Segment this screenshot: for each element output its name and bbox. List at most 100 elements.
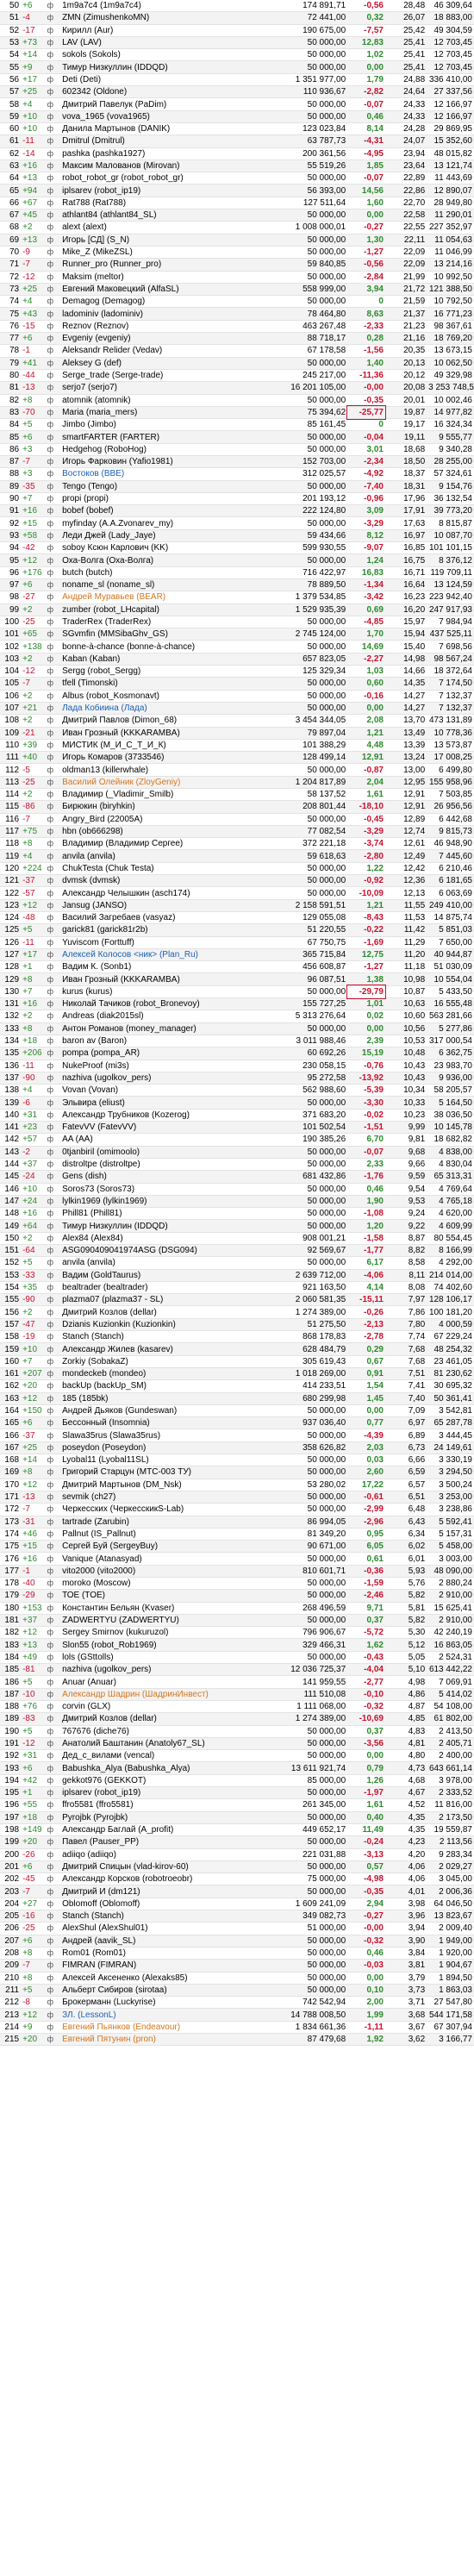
participant-name-cell[interactable]: garick81 (garick81r2b) xyxy=(60,923,272,937)
participant-name-cell[interactable]: Сергей Буй (SergeyBuy) xyxy=(60,1540,272,1554)
participant-name-cell[interactable]: Mike_Z (MikeZSL) xyxy=(60,246,272,259)
participant-name-cell[interactable]: Альберт Сибиров (sirotaa) xyxy=(60,1984,272,1998)
participant-name-cell[interactable]: Maria (maria_mers) xyxy=(60,406,272,420)
participant-name-cell[interactable]: NukeProof (mi3s) xyxy=(60,1060,272,1072)
participant-name-cell[interactable]: Maksim (meltor) xyxy=(60,271,272,284)
participant-name-cell[interactable]: oldman13 (killerwhale) xyxy=(60,763,272,777)
participant-name-cell[interactable]: Alex84 (Alex84) xyxy=(60,1232,272,1245)
participant-name-cell[interactable]: Дмитрий Козлов (dellar) xyxy=(60,1305,272,1319)
participant-name-cell[interactable]: smartFARTER (FARTER) xyxy=(60,430,272,444)
participant-name-cell[interactable]: Slawa35rus (Slawa35rus) xyxy=(60,1429,272,1442)
participant-name-cell[interactable]: Андрей (aavik_SL) xyxy=(60,1935,272,1948)
participant-name-cell[interactable]: adiiqo (adiiqo) xyxy=(60,1848,272,1861)
participant-name-cell[interactable]: sevmik (ch27) xyxy=(60,1491,272,1504)
participant-name-cell[interactable]: Александр Жилев (kasarev) xyxy=(60,1342,272,1356)
participant-name-cell[interactable]: Jimbo (Jimbo) xyxy=(60,418,272,432)
participant-name-cell[interactable]: bobef (bobef) xyxy=(60,504,272,518)
participant-name-cell[interactable]: iplsarev (robot_ip19) xyxy=(60,1786,272,1800)
participant-name-cell[interactable]: Slon55 (robot_Rob1969) xyxy=(60,1638,272,1652)
participant-name-cell[interactable]: Александр Челышкин (asch174) xyxy=(60,886,272,900)
participant-name-cell[interactable]: Максим Малованов (Mirovan) xyxy=(60,159,272,173)
participant-name-cell[interactable]: Брокерманн (Luckyrise) xyxy=(60,1996,272,2010)
participant-name-cell[interactable]: butch (butch) xyxy=(60,566,272,579)
participant-name-cell[interactable]: vito2000 (vito2000) xyxy=(60,1565,272,1579)
participant-name-cell[interactable]: Дмитрий Павелук (PaDim) xyxy=(60,97,272,111)
participant-name-cell[interactable]: Tengo (Tengo) xyxy=(60,480,272,493)
participant-name-cell[interactable]: noname_sl (noname_sl) xyxy=(60,578,272,592)
participant-name-cell[interactable]: Бессонный (Insomnia) xyxy=(60,1416,272,1430)
participant-name-cell[interactable]: 0tjanbiril (omimoolo) xyxy=(60,1146,272,1159)
participant-name-cell[interactable]: hbn (ob666298) xyxy=(60,825,272,839)
participant-name-cell[interactable]: backUp (backUp_SM) xyxy=(60,1379,272,1393)
participant-name-cell[interactable]: Черкесских (ЧеркесскикS-Lab) xyxy=(60,1503,272,1516)
participant-name-cell[interactable]: nazhiva (ugolkov_pers) xyxy=(60,1072,272,1085)
participant-name-cell[interactable]: Дмитрий И (dm121) xyxy=(60,1885,272,1898)
participant-name-cell[interactable]: kurus (kurus) xyxy=(60,985,272,999)
participant-name-cell[interactable]: Андрей Муравьев (BEAR) xyxy=(60,591,272,604)
participant-name-cell[interactable]: ZMN (ZimushenkoMN) xyxy=(60,11,272,25)
participant-name-cell[interactable]: ChukTesta (Chuk Testa) xyxy=(60,862,272,876)
participant-name-cell[interactable]: Игорь Фарковин (Yafio1981) xyxy=(60,455,272,469)
participant-name-cell[interactable]: Dzianis Kuzionkin (Kuzionkin) xyxy=(60,1318,272,1332)
participant-name-cell[interactable]: Алексей Колосов <ник> (Plan_Ru) xyxy=(60,948,272,962)
participant-name-cell[interactable]: Дмитрий Павлов (Dimon_68) xyxy=(60,714,272,728)
participant-name-cell[interactable]: Григорий Старцун (МТС-003 ТУ) xyxy=(60,1466,272,1479)
participant-name-cell[interactable]: SGvmfin (MMSibaGhv_GS) xyxy=(60,628,272,641)
participant-name-cell[interactable]: Александр Шадрин (ШадринИнвест) xyxy=(60,1688,272,1701)
participant-name-cell[interactable]: AA (AA) xyxy=(60,1133,272,1147)
participant-name-cell[interactable]: distroltpe (distroltpe) xyxy=(60,1158,272,1172)
participant-name-cell[interactable]: Oblomoff (Oblomoff) xyxy=(60,1898,272,1911)
participant-name-cell[interactable]: Иван Грозный (KKKARAMBA) xyxy=(60,972,272,986)
participant-name-cell[interactable]: Дмитрий Козлов (dellar) xyxy=(60,1712,272,1726)
participant-name-cell[interactable]: propi (propi) xyxy=(60,492,272,506)
participant-name-cell[interactable]: Albus (robot_Kosmonavt) xyxy=(60,690,272,703)
participant-name-cell[interactable]: ZADWERTYU (ZADWERTYU) xyxy=(60,1614,272,1628)
participant-name-cell[interactable]: Владимир (Владимир Сергее) xyxy=(60,837,272,851)
participant-name-cell[interactable]: soboy Ксюн Карлович (KK) xyxy=(60,541,272,555)
participant-name-cell[interactable]: Эльвира (eliust) xyxy=(60,1096,272,1110)
participant-name-cell[interactable]: Алексей Аксененко (Alexaks85) xyxy=(60,1972,272,1985)
participant-name-cell[interactable]: Евгений Пятунин (pron) xyxy=(60,2033,272,2047)
participant-name-cell[interactable]: Игорь [СД] (S_N) xyxy=(60,234,272,247)
participant-name-cell[interactable]: Николай Тачиков (robot_Bronevoy) xyxy=(60,997,272,1011)
participant-name-cell[interactable]: serjo7 (serjo7) xyxy=(60,381,272,395)
participant-name-cell[interactable]: Антон Романов (money_manager) xyxy=(60,1022,272,1035)
participant-name-cell[interactable]: Aleksey G (def) xyxy=(60,357,272,370)
participant-name-cell[interactable]: LAV (LAV) xyxy=(60,36,272,50)
participant-name-cell[interactable]: Вадим К. (Sonb1) xyxy=(60,960,272,974)
participant-name-cell[interactable]: athlant84 (athlant84_SL) xyxy=(60,209,272,222)
participant-name-cell[interactable]: Pallnut (IS_Pallnut) xyxy=(60,1528,272,1541)
participant-name-cell[interactable]: dvmsk (dvmsk) xyxy=(60,874,272,888)
participant-name-cell[interactable]: TraderRex (TraderRex) xyxy=(60,616,272,629)
participant-name-cell[interactable]: baron av (Baron) xyxy=(60,1035,272,1048)
participant-name-cell[interactable]: Дед_с_вилами (vencal) xyxy=(60,1749,272,1763)
participant-name-cell[interactable]: Павел (Pauser_PP) xyxy=(60,1835,272,1849)
participant-name-cell[interactable]: Евгений Маковецкий (AlfaSL) xyxy=(60,283,272,297)
participant-name-cell[interactable]: sokols (Sokols) xyxy=(60,48,272,62)
participant-name-cell[interactable]: Александр Корсков (robotroeobr) xyxy=(60,1873,272,1886)
participant-name-cell[interactable]: AlexShul (AlexShul01) xyxy=(60,1922,272,1935)
participant-name-cell[interactable]: Aleksandr Relider (Vedav) xyxy=(60,344,272,358)
participant-name-cell[interactable]: 767676 (diche76) xyxy=(60,1725,272,1738)
participant-name-cell[interactable]: Игорь Комаров (3733546) xyxy=(60,751,272,765)
participant-name-cell[interactable]: 1m9a7c4 (1m9a7c4) xyxy=(60,0,272,13)
participant-name-cell[interactable]: Василий Олейник (ZloyGeniy) xyxy=(60,776,272,790)
participant-name-cell[interactable]: Andreas (diak2015sl) xyxy=(60,1010,272,1023)
participant-name-cell[interactable]: Anuar (Anuar) xyxy=(60,1675,272,1689)
participant-name-cell[interactable]: Sergey Smirnov (kukuruzol) xyxy=(60,1626,272,1640)
participant-name-cell[interactable]: 602342 (Oldone) xyxy=(60,85,272,99)
participant-name-cell[interactable]: Runner_pro (Runner_pro) xyxy=(60,258,272,272)
participant-name-cell[interactable]: Лада Кобиина (Лада) xyxy=(60,702,272,716)
participant-name-cell[interactable]: Евгений Пьянков (Endeavour) xyxy=(60,2021,272,2034)
participant-name-cell[interactable]: Дмитрий Мартынов (DM_Nsk) xyxy=(60,1479,272,1491)
participant-name-cell[interactable]: bonne-à-chance (bonne-à-chance) xyxy=(60,640,272,653)
participant-name-cell[interactable]: ffro5581 (ffro5581) xyxy=(60,1798,272,1812)
participant-name-cell[interactable]: Babushka_Alya (Babushka_Alya) xyxy=(60,1761,272,1775)
participant-name-cell[interactable]: Vovan (Vovan) xyxy=(60,1084,272,1097)
participant-name-cell[interactable]: Вадим (GoldTaurus) xyxy=(60,1269,272,1282)
participant-name-cell[interactable]: Иван Грозный (KKKARAMBA) xyxy=(60,727,272,740)
participant-name-cell[interactable]: ТОЕ (TOE) xyxy=(60,1589,272,1603)
participant-name-cell[interactable]: Rat788 (Rat788) xyxy=(60,197,272,210)
participant-name-cell[interactable]: Оха-Волга (Оха-Волга) xyxy=(60,553,272,567)
participant-name-cell[interactable]: Востоков (BBE) xyxy=(60,467,272,481)
